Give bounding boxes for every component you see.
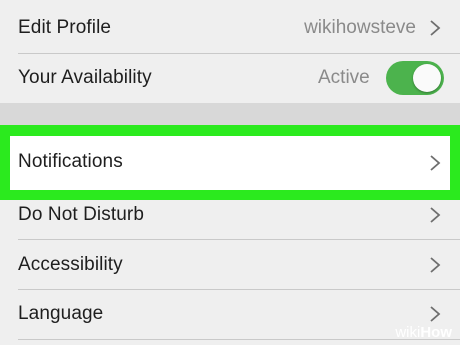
availability-toggle[interactable] [386, 61, 444, 95]
notifications-row[interactable]: Notifications [10, 136, 450, 190]
accessibility-row[interactable]: Accessibility [0, 240, 460, 290]
chevron-right-icon [430, 20, 441, 36]
availability-label: Your Availability [18, 67, 152, 88]
notifications-label: Notifications [18, 151, 123, 172]
watermark-how: How [420, 324, 452, 341]
account-settings-group: Edit Profile wikihowsteve Your Availabil… [0, 0, 460, 103]
toggle-knob [413, 64, 441, 92]
notifications-highlight: Notifications [0, 125, 460, 200]
wikihow-watermark: wikiHow [395, 324, 452, 341]
username-value: wikihowsteve [304, 17, 416, 38]
chevron-right-icon [430, 306, 441, 322]
chevron-right-icon [430, 155, 441, 171]
edit-profile-label: Edit Profile [18, 17, 112, 38]
edit-profile-row[interactable]: Edit Profile wikihowsteve [0, 3, 460, 53]
do-not-disturb-label: Do Not Disturb [18, 204, 144, 225]
language-label: Language [18, 303, 104, 324]
divider [18, 339, 460, 340]
do-not-disturb-row[interactable]: Do Not Disturb [0, 190, 460, 240]
language-row[interactable]: Language [0, 289, 460, 339]
accessibility-label: Accessibility [18, 254, 123, 275]
chevron-right-icon [430, 257, 441, 273]
chevron-right-icon [430, 207, 441, 223]
watermark-wiki: wiki [395, 324, 421, 341]
availability-row: Your Availability Active [0, 53, 460, 103]
availability-status: Active [318, 67, 370, 88]
general-settings-group: Do Not Disturb Accessibility Language [0, 200, 460, 345]
